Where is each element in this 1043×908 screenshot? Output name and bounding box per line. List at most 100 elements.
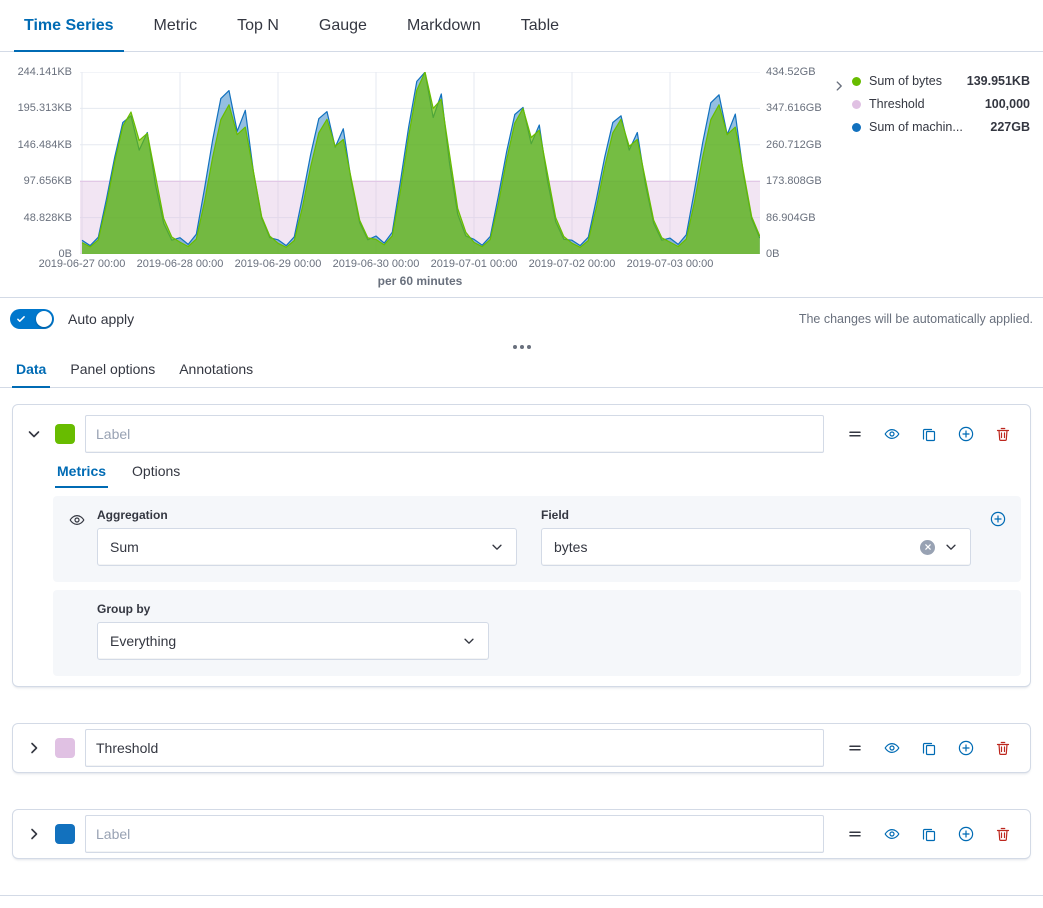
- x-axis-tick: 2019-07-03 00:00: [627, 258, 714, 270]
- chevron-right-icon: [26, 826, 42, 842]
- copy-icon: [921, 426, 937, 442]
- drag-icon: [847, 426, 863, 442]
- x-axis-title: per 60 minutes: [378, 274, 463, 288]
- toggle-series-visibility-button[interactable]: [881, 737, 903, 759]
- series-color-swatch[interactable]: [55, 424, 75, 444]
- toggle-series-visibility-button[interactable]: [881, 823, 903, 845]
- eye-icon: [69, 512, 85, 528]
- check-icon: [16, 314, 26, 324]
- drag-handle[interactable]: [844, 423, 866, 445]
- y-left-tick: 195.313KB: [0, 102, 72, 114]
- tab-table[interactable]: Table: [501, 0, 579, 51]
- drag-handle[interactable]: [844, 823, 866, 845]
- drag-handle[interactable]: [844, 737, 866, 759]
- legend-item-threshold[interactable]: Threshold 100,000: [852, 97, 1030, 111]
- group-by-select[interactable]: Everything: [97, 622, 489, 660]
- tab-metrics[interactable]: Metrics: [55, 457, 108, 488]
- field-combobox[interactable]: bytes: [541, 528, 971, 566]
- aggregation-row: Aggregation Sum Field bytes: [97, 508, 1005, 566]
- y-right-tick: 86.904GB: [766, 212, 836, 224]
- group-by-value: Everything: [110, 633, 176, 649]
- x-axis-tick: 2019-06-29 00:00: [235, 258, 322, 270]
- delete-series-button[interactable]: [992, 737, 1014, 759]
- legend-value: 227GB: [990, 120, 1030, 134]
- x-axis-tick: 2019-06-30 00:00: [333, 258, 420, 270]
- series-card-3: [12, 809, 1031, 859]
- visualization-type-tabs: Time Series Metric Top N Gauge Markdown …: [0, 0, 1043, 52]
- tab-panel-options[interactable]: Panel options: [66, 355, 159, 387]
- legend-label: Sum of machin...: [869, 120, 982, 134]
- plus-circle-icon: [958, 740, 974, 756]
- clear-field-button[interactable]: [920, 540, 935, 555]
- panel-resize-handle[interactable]: [0, 340, 1043, 353]
- chevron-down-icon: [490, 540, 504, 554]
- toggle-series-visibility-button[interactable]: [881, 423, 903, 445]
- tab-annotations[interactable]: Annotations: [175, 355, 257, 387]
- plus-circle-icon: [990, 511, 1006, 527]
- delete-series-button[interactable]: [992, 823, 1014, 845]
- legend-collapse-button[interactable]: [830, 77, 848, 95]
- legend-item-sum-of-machine[interactable]: Sum of machin... 227GB: [852, 120, 1030, 134]
- add-series-button[interactable]: [955, 737, 977, 759]
- series-expand-toggle[interactable]: [23, 737, 45, 759]
- trash-icon: [995, 826, 1011, 842]
- combobox-controls: [920, 540, 958, 555]
- legend-dot: [852, 123, 861, 132]
- series-actions: [844, 737, 1020, 759]
- delete-series-button[interactable]: [992, 423, 1014, 445]
- tsvb-visual-builder: Time Series Metric Top N Gauge Markdown …: [0, 0, 1043, 908]
- clone-series-button[interactable]: [918, 823, 940, 845]
- series-header: [13, 405, 1030, 457]
- copy-icon: [921, 826, 937, 842]
- y-right-tick: 0B: [766, 248, 836, 260]
- drag-icon: [847, 740, 863, 756]
- legend-label: Threshold: [869, 97, 977, 111]
- series-label-input[interactable]: [85, 415, 824, 453]
- series-color-swatch[interactable]: [55, 738, 75, 758]
- series-header: [13, 724, 1030, 772]
- ellipsis-icon: [520, 345, 524, 349]
- tab-data[interactable]: Data: [12, 355, 50, 387]
- series-subtabs: Metrics Options: [13, 457, 1030, 488]
- legend-item-sum-of-bytes[interactable]: Sum of bytes 139.951KB: [852, 74, 1030, 88]
- group-by-row: Group by Everything: [53, 590, 1021, 676]
- plot-area[interactable]: [80, 72, 760, 254]
- tab-markdown[interactable]: Markdown: [387, 0, 501, 51]
- series-label-input[interactable]: [85, 729, 824, 767]
- series-color-swatch[interactable]: [55, 824, 75, 844]
- y-left-tick: 48.828KB: [0, 212, 72, 224]
- add-metric-button[interactable]: [987, 508, 1009, 530]
- chevron-down-icon: [462, 634, 476, 648]
- plus-circle-icon: [958, 826, 974, 842]
- add-series-button[interactable]: [955, 423, 977, 445]
- auto-apply-label: Auto apply: [68, 311, 134, 327]
- legend-value: 139.951KB: [967, 74, 1030, 88]
- add-series-button[interactable]: [955, 823, 977, 845]
- chart-legend: Sum of bytes 139.951KB Threshold 100,000…: [830, 74, 1030, 143]
- group-by-label: Group by: [97, 602, 489, 616]
- metric-visibility-button[interactable]: [66, 509, 88, 531]
- series-expand-toggle[interactable]: [23, 823, 45, 845]
- x-axis-tick: 2019-07-02 00:00: [529, 258, 616, 270]
- series-actions: [844, 423, 1020, 445]
- clone-series-button[interactable]: [918, 737, 940, 759]
- legend-value: 100,000: [985, 97, 1030, 111]
- aggregation-select[interactable]: Sum: [97, 528, 517, 566]
- series-label-input[interactable]: [85, 815, 824, 853]
- chevron-right-icon: [26, 740, 42, 756]
- tab-options[interactable]: Options: [130, 457, 182, 488]
- tab-metric[interactable]: Metric: [134, 0, 218, 51]
- series-collapse-toggle[interactable]: [23, 423, 45, 445]
- clone-series-button[interactable]: [918, 423, 940, 445]
- auto-apply-toggle[interactable]: [10, 309, 54, 329]
- series-card-2: [12, 723, 1031, 773]
- tab-time-series[interactable]: Time Series: [4, 0, 134, 51]
- eye-icon: [884, 826, 900, 842]
- tab-gauge[interactable]: Gauge: [299, 0, 387, 51]
- metric-row: Aggregation Sum Field bytes: [53, 496, 1021, 582]
- series-card-1: Metrics Options Aggregation Sum: [12, 404, 1031, 687]
- tab-top-n[interactable]: Top N: [217, 0, 299, 51]
- series-actions: [844, 823, 1020, 845]
- trash-icon: [995, 740, 1011, 756]
- y-left-tick: 146.484KB: [0, 139, 72, 151]
